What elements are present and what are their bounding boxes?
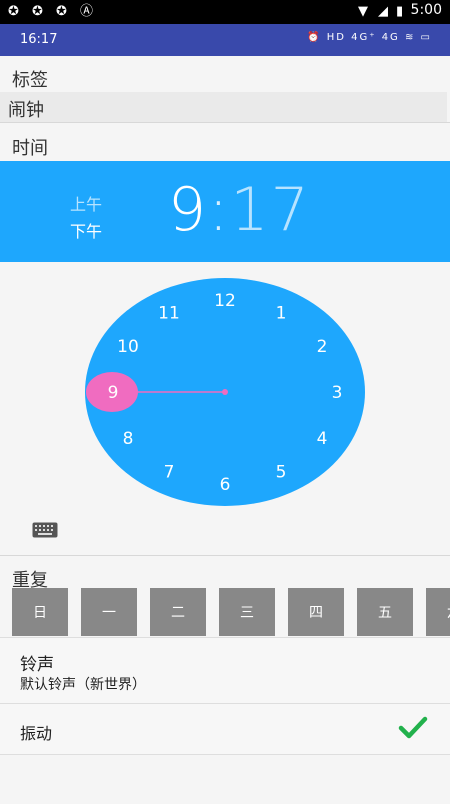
clock-number-10[interactable]: 10 [117,337,139,357]
system-clock: 5:00 [410,2,442,18]
label-input[interactable]: 闹钟 [0,92,447,122]
minute-display[interactable]: 17 [230,175,310,245]
day-tuesday-button[interactable]: 二 [150,588,206,636]
signal-icon: ◢ [378,4,388,19]
battery-icon: ▮ [396,4,404,19]
time-colon: : [208,175,231,245]
keyboard-icon[interactable] [32,522,58,538]
day-friday-button[interactable]: 五 [357,588,413,636]
vibrate-row[interactable]: 振动 [0,703,450,755]
clock-number-9[interactable]: 9 [108,383,119,403]
clock-number-12[interactable]: 12 [214,291,236,311]
app-status-bar: 16:17 ⏰ HD 4G⁺ 4G ≋ ▭ [0,24,450,56]
status-icons: ⏰ HD 4G⁺ 4G ≋ ▭ [307,32,432,43]
clock-number-7[interactable]: 7 [164,463,175,483]
day-wednesday-button[interactable]: 三 [219,588,275,636]
label-section-title: 标签 [12,70,48,91]
am-toggle[interactable]: 上午 [70,191,102,215]
wifi-icon: ▼ [358,4,368,19]
clock-center [222,389,228,395]
clock-number-2[interactable]: 2 [317,337,328,357]
divider [0,555,450,556]
time-picker-header: 上午 下午 9:17 [0,161,450,262]
hour-display[interactable]: 9 [168,175,208,245]
repeat-days: 日 一 二 三 四 五 六 [12,588,450,636]
system-status-bar: ✪ ✪ ✪ Ⓐ ▼ ◢ ▮ 5:00 [0,0,450,24]
clock-number-3[interactable]: 3 [332,383,343,403]
ringtone-row[interactable]: 铃声 默认铃声（新世界） [0,637,450,704]
time-section-title: 时间 [12,138,48,159]
clock-number-4[interactable]: 4 [317,429,328,449]
sync-icon: ✪ [32,4,43,19]
clock-number-5[interactable]: 5 [276,463,287,483]
status-time: 16:17 [20,32,58,47]
day-sunday-button[interactable]: 日 [12,588,68,636]
time-display: 9:17 [168,175,311,245]
ringtone-title: 铃声 [20,655,54,675]
divider [0,122,450,123]
day-monday-button[interactable]: 一 [81,588,137,636]
clock-number-1[interactable]: 1 [276,303,287,323]
a-icon: Ⓐ [80,4,94,19]
sync-icon: ✪ [8,4,19,19]
vibrate-label: 振动 [20,724,53,743]
ringtone-value: 默认铃声（新世界） [20,677,146,693]
sync-icon: ✪ [56,4,67,19]
clock-number-8[interactable]: 8 [123,429,134,449]
clock-face[interactable]: 121234567891011 [0,270,450,510]
clock-number-11[interactable]: 11 [158,303,180,323]
label-input-value: 闹钟 [8,100,44,121]
pm-toggle[interactable]: 下午 [70,218,102,242]
check-icon[interactable] [398,716,428,740]
day-saturday-button[interactable]: 六 [426,588,450,636]
clock-number-6[interactable]: 6 [220,475,231,495]
day-thursday-button[interactable]: 四 [288,588,344,636]
